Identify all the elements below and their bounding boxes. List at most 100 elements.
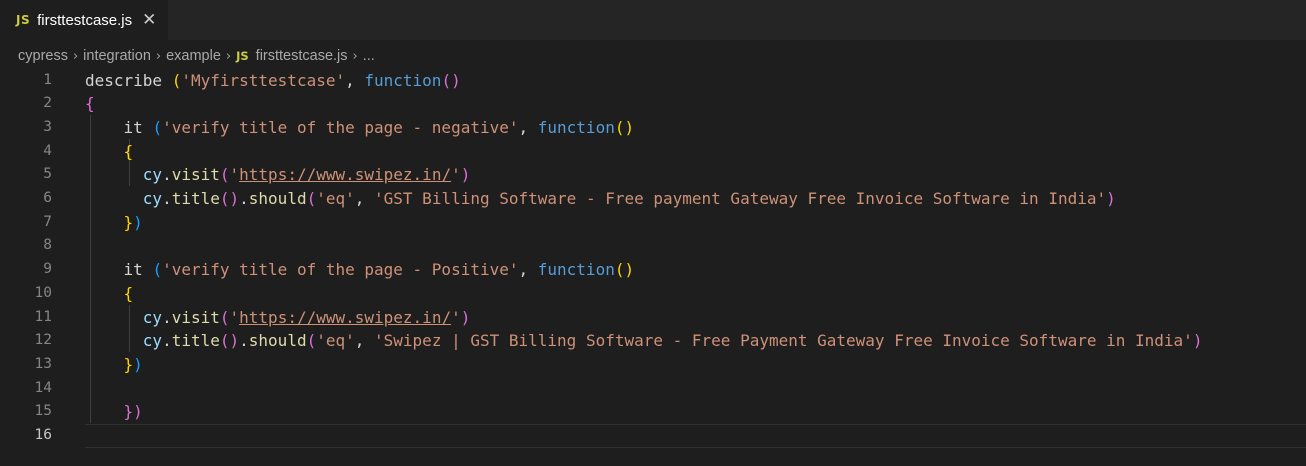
chevron-right-icon: › [225,48,232,64]
code-line[interactable]: 7 }) [0,211,1306,235]
code-token: ( [219,165,230,185]
code-text: }) [85,211,143,235]
code-line[interactable]: 2{ [0,92,1306,116]
code-token: ) [1106,189,1116,208]
code-line[interactable]: 3 it ('verify title of the page - negati… [0,116,1306,140]
code-token: . [239,189,249,208]
line-number: 14 [34,379,52,396]
line-number: 12 [34,332,52,349]
line-number: 7 [43,213,52,230]
code-token: title [171,331,220,351]
code-editor[interactable]: 1 describe ('Myfirsttestcase', function()… [0,68,1306,466]
code-token: ( [219,307,230,327]
chevron-right-icon: › [155,48,162,64]
code-token: () [219,331,240,351]
code-token: } [123,212,134,232]
code-token: , [518,260,538,280]
line-number: 15 [34,403,52,420]
code-line[interactable]: 4 { [0,140,1306,164]
code-token: ' [229,307,240,327]
code-token: ' [451,165,461,185]
code-line[interactable]: 11 cy.visit('https://www.swipez.in/') [0,306,1306,330]
code-token: cy [142,189,163,208]
code-token: ( [152,117,163,137]
code-token: ' [229,165,240,185]
breadcrumb-more[interactable]: ... [363,48,375,64]
tab-title: firsttestcase.js [37,11,133,29]
code-token: function [537,117,615,137]
code-token: visit [171,165,220,185]
code-token: . [162,307,172,327]
code-text: cy.title().should('eq', 'Swipez | GST Bi… [85,329,1203,353]
code-token: ) [133,212,143,232]
code-line[interactable]: 9 it ('verify title of the page - Positi… [0,258,1306,282]
code-token: () [219,189,240,208]
line-number: 6 [43,190,52,206]
code-token: 'eq' [316,331,355,351]
code-token: () [614,117,635,137]
code-token: ( [152,260,163,280]
breadcrumb-example[interactable]: example [166,48,221,64]
line-number: 8 [43,237,52,254]
code-token: ( [306,331,317,351]
line-number: 13 [34,355,52,372]
code-token: cy [142,307,163,327]
code-token: describe [85,70,172,90]
javascript-file-icon: JS [236,49,249,63]
line-number: 5 [43,166,52,183]
breadcrumb-integration[interactable]: integration [83,48,151,64]
code-token: ) [460,165,471,185]
code-token: ) [1192,331,1203,351]
breadcrumb-cypress[interactable]: cypress [18,48,68,64]
code-token: 'Swipez | GST Billing Software - Free Pa… [374,331,1193,351]
code-token: , [345,70,365,90]
code-line[interactable]: 15 }) [0,400,1306,424]
line-number: 4 [43,142,52,159]
code-token: . [162,189,172,208]
code-token: 'Myfirsttestcase' [181,70,346,90]
javascript-file-icon: JS [16,13,31,27]
code-line[interactable]: 1 describe ('Myfirsttestcase', function() [0,69,1306,93]
code-token: . [162,165,172,185]
code-token: ( [306,189,317,208]
code-token: 'eq' [316,189,355,208]
code-line[interactable]: 13 }) [0,353,1306,377]
code-line[interactable]: 10 { [0,282,1306,306]
breadcrumb-file[interactable]: firsttestcase.js [256,48,348,64]
line-number: 1 [43,71,52,88]
code-text: it ('verify title of the page - Positive… [85,258,635,282]
code-token: cy [142,331,163,351]
breadcrumb: cypress › integration › example › JS fir… [18,44,375,68]
code-token: function [537,260,615,280]
code-line[interactable]: 12 cy.title().should('eq', 'Swipez | GST… [0,329,1306,353]
tab-firsttestcase[interactable]: JS firsttestcase.js ✕ [0,0,168,40]
code-text: }) [85,400,143,424]
code-text: describe ('Myfirsttestcase', function() [85,69,461,93]
code-token: https://www.swipez.in/ [239,165,452,185]
code-token: function [364,70,442,90]
code-line[interactable]: 6 cy.title().should('eq', 'GST Billing S… [0,187,1306,211]
code-token: { [123,141,134,161]
code-token: }) [123,402,143,422]
code-line[interactable]: 5 cy.visit('https://www.swipez.in/') [0,163,1306,187]
code-token: () [614,260,635,280]
code-token: 'verify title of the page - negative' [162,117,519,137]
code-token: ) [133,354,143,374]
code-token: . [239,331,249,351]
close-icon[interactable]: ✕ [142,10,156,30]
code-token: cy [142,165,163,185]
code-token: 'GST Billing Software - Free payment Gat… [374,189,1107,208]
code-line[interactable]: 14 [0,377,1306,401]
code-token: , [518,117,538,137]
code-line[interactable]: 8 [0,234,1306,258]
code-line[interactable]: 16 [0,424,1306,448]
code-text: cy.visit('https://www.swipez.in/') [85,163,471,187]
code-text: cy.title().should('eq', 'GST Billing Sof… [85,187,1116,211]
